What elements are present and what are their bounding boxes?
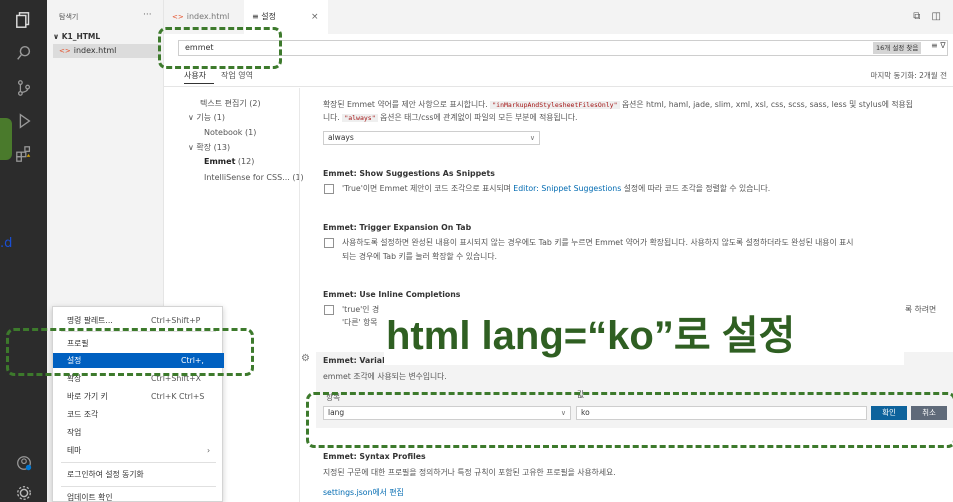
menu-label: 로그인하여 설정 동기화 <box>67 470 144 479</box>
menu-themes[interactable]: 테마 › <box>53 443 224 458</box>
inline-completions-desc-1: 'true'인 경 <box>342 305 380 314</box>
search-icon[interactable] <box>0 38 47 68</box>
toc-features[interactable]: ∨ 기능 (1) <box>188 112 225 123</box>
desc-text: 확장된 Emmet 약어를 제안 사항으로 표시합니다. <box>323 100 491 109</box>
annotation-callout: html lang=“ko”로 설정 <box>384 307 904 365</box>
setting-title-variables: Emmet: Variabl <box>323 356 391 365</box>
annotation-edge-text: .d <box>0 236 13 251</box>
folder-label: K1_HTML <box>61 32 101 41</box>
code-literal: "always" <box>342 114 378 122</box>
menu-label: 코드 조각 <box>67 410 99 419</box>
edit-in-settings-json-link[interactable]: settings.json에서 편집 <box>323 486 404 499</box>
menu-snippets[interactable]: 코드 조각 <box>53 407 224 422</box>
menu-keyboard-shortcuts[interactable]: 바로 가기 키 Ctrl+K Ctrl+S <box>53 389 224 404</box>
menu-separator <box>61 462 216 463</box>
menu-label: 바로 가기 키 <box>67 392 108 401</box>
annotation-marker <box>0 118 12 160</box>
close-icon[interactable]: × <box>311 12 319 22</box>
desc-text: 옵션은 태그/css에 관계없이 파일의 모든 부분에 적용됩니다. <box>377 113 578 122</box>
filter-icon[interactable]: ≡ ∇ <box>931 41 946 50</box>
setting-title-syntax-profiles: Emmet: Syntax Profiles <box>323 452 426 461</box>
menu-separator <box>61 486 216 487</box>
source-control-icon[interactable] <box>0 73 47 103</box>
menu-label: 업데이트 확인 <box>67 493 113 502</box>
toc-text-editor[interactable]: 텍스트 편집기 (2) <box>200 98 261 109</box>
menu-label: 명령 팔레트... <box>67 316 113 325</box>
trigger-expansion-desc-2: 되는 경우에 Tab 키를 눌러 확장할 수 있습니다. <box>342 252 497 261</box>
show-expanded-desc-line-1: 확장된 Emmet 약어를 제안 사항으로 표시합니다. "inMarkupAn… <box>323 98 913 112</box>
menu-check-updates[interactable]: 업데이트 확인 <box>53 490 224 502</box>
folder-k1-html[interactable]: ∨ K1_HTML <box>53 32 100 41</box>
last-sync-label: 마지막 동기화: 2개월 전 <box>870 71 947 80</box>
html-file-icon: <> <box>172 13 184 21</box>
menu-tasks[interactable]: 작업 <box>53 425 224 440</box>
menu-shortcut: Ctrl+Shift+P <box>151 316 201 325</box>
toc-emmet-count: (12) <box>235 157 255 166</box>
manage-gear-icon[interactable] <box>0 478 47 502</box>
menu-label: 테마 <box>67 446 82 455</box>
select-value: always <box>328 133 354 142</box>
explorer-files-icon[interactable] <box>0 5 47 35</box>
settings-tab-icon: ≡ <box>252 12 259 21</box>
code-literal: "inMarkupAndStylesheetFilesOnly" <box>490 101 620 109</box>
tab-label: 설정 <box>261 12 276 21</box>
setting-title-inline-completions: Emmet: Use Inline Completions <box>323 290 461 299</box>
variables-desc: emmet 조각에 사용되는 변수입니다. <box>323 372 447 381</box>
show-suggestions-desc: 'True'이면 Emmet 제안이 코드 조각으로 표시되며 Editor: … <box>342 182 770 195</box>
chevron-right-icon: › <box>207 446 211 455</box>
annotation-highlight-variable-row <box>306 392 953 448</box>
tab-workspace[interactable]: 작업 영역 <box>221 70 253 81</box>
editor-tabbar: <> index.html ≡ 설정 × ⧉ ◫ <box>164 0 953 34</box>
toc-intellisense-css[interactable]: IntelliSense for CSS... (1) <box>204 173 304 182</box>
toc-emmet[interactable]: Emmet (12) <box>204 157 254 166</box>
toc-emmet-label: Emmet <box>204 157 236 166</box>
toc-divider <box>299 88 300 502</box>
show-expanded-desc-line-2: 니다. "always" 옵션은 태그/css에 관계없이 파일의 모든 부분에… <box>323 111 577 125</box>
show-expanded-select[interactable]: always ∨ <box>323 131 540 145</box>
toc-extensions[interactable]: ∨ 확장 (13) <box>188 142 230 153</box>
more-actions-icon[interactable]: ··· <box>143 10 152 20</box>
inline-completions-checkbox[interactable] <box>324 305 334 315</box>
active-tab-indicator <box>184 83 214 84</box>
annotation-highlight-search <box>158 27 282 69</box>
setting-title-show-suggestions: Emmet: Show Suggestions As Snippets <box>323 169 495 178</box>
trigger-expansion-checkbox[interactable] <box>324 238 334 248</box>
toc-notebook[interactable]: Notebook (1) <box>204 128 256 137</box>
file-label: index.html <box>73 46 117 55</box>
divider <box>164 86 953 87</box>
trigger-expansion-desc-1: 사용하도록 설정하면 완성된 내용이 표시되지 않는 경우에도 Tab 키를 누… <box>342 238 854 247</box>
setting-gear-icon[interactable]: ⚙ <box>301 353 310 364</box>
desc-text: 'True'이면 Emmet 제안이 코드 조각으로 표시되며 <box>342 184 514 193</box>
inline-completions-desc-2: '다른' 항목 <box>342 318 378 327</box>
setting-title-trigger-expansion: Emmet: Trigger Expansion On Tab <box>323 223 472 232</box>
desc-text: 옵션은 html, haml, jade, slim, xml, xsl, cs… <box>619 100 913 109</box>
explorer-title: 탐색기 <box>59 13 79 21</box>
settings-search-input[interactable]: emmet <box>178 40 948 56</box>
file-index-html[interactable]: <> index.html <box>53 44 161 58</box>
annotation-highlight-settings-menu <box>6 328 254 376</box>
desc-text: 설정에 따라 코드 조각을 정렬할 수 있습니다. <box>621 184 771 193</box>
desc-text: 니다. <box>323 113 343 122</box>
tab-user[interactable]: 사용자 <box>184 70 206 81</box>
menu-label: 작업 <box>67 428 82 437</box>
html-file-icon: <> <box>59 47 71 55</box>
account-icon[interactable] <box>0 448 47 478</box>
editor-actions[interactable]: ⧉ ◫ <box>913 11 945 22</box>
search-result-count: 16개 설정 찾음 <box>873 42 922 54</box>
chevron-down-icon: ∨ <box>529 134 535 142</box>
inline-completions-desc-right: 록 하려면 <box>905 305 937 314</box>
menu-command-palette[interactable]: 명령 팔레트... Ctrl+Shift+P <box>53 313 224 328</box>
show-suggestions-checkbox[interactable] <box>324 184 334 194</box>
menu-sign-in-sync[interactable]: 로그인하여 설정 동기화 <box>53 467 224 482</box>
editor-snippet-link[interactable]: Editor: Snippet Suggestions <box>513 184 621 193</box>
activity-bar <box>0 0 47 502</box>
menu-shortcut: Ctrl+K Ctrl+S <box>151 392 205 401</box>
syntax-profiles-desc: 지정된 구문에 대한 프로필을 정의하거나 특정 규칙이 포함된 고유한 프로필… <box>323 468 616 477</box>
tab-label: index.html <box>186 12 230 21</box>
